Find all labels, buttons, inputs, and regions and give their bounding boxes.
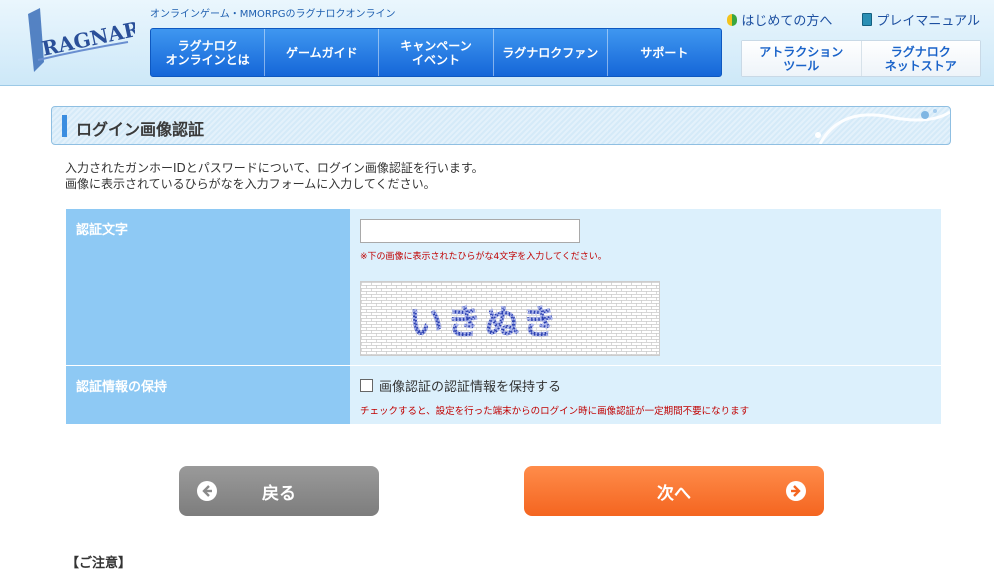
nav-net-store[interactable]: ラグナロク ネットストア <box>861 41 980 76</box>
auth-form-table: 認証文字 ※下の画像に表示されたひらがな4文字を入力してください。 いきぬき 認… <box>66 209 941 425</box>
description-line-2: 画像に表示されているひらがなを入力フォームに入力してください。 <box>65 177 436 191</box>
auth-code-row: 認証文字 ※下の画像に表示されたひらがな4文字を入力してください。 いきぬき <box>66 209 941 366</box>
auth-code-input[interactable] <box>360 219 580 243</box>
beginner-link-label: はじめての方へ <box>741 14 833 29</box>
site-tagline: オンラインゲーム・MMORPGのラグナロクオンライン <box>150 9 396 20</box>
next-button-label: 次へ <box>657 483 691 504</box>
back-button-label: 戻る <box>262 483 296 504</box>
top-links: はじめての方へ プレイマニュアル <box>727 10 980 29</box>
beginner-link[interactable]: はじめての方へ <box>727 10 832 29</box>
remember-cell: 画像認証の認証情報を保持する チェックすると、設定を行った端末からのログイン時に… <box>350 366 941 424</box>
svg-text:RAGNAROK: RAGNAROK <box>40 9 135 61</box>
page-description: 入力されたガンホーIDとパスワードについて、ログイン画像認証を行います。 画像に… <box>65 160 484 192</box>
nav-game-guide[interactable]: ゲームガイド <box>265 29 380 76</box>
auth-code-cell: ※下の画像に表示されたひらがな4文字を入力してください。 いきぬき <box>350 209 941 365</box>
title-accent <box>62 115 67 137</box>
back-button[interactable]: 戻る <box>179 466 379 516</box>
nav-about[interactable]: ラグナロク オンラインとは <box>151 29 266 76</box>
book-icon <box>862 13 873 26</box>
nav-ragnarok-fan[interactable]: ラグナロクファン <box>494 29 608 76</box>
remember-checkbox-label[interactable]: 画像認証の認証情報を保持する <box>379 376 561 395</box>
ragnarok-logo[interactable]: RAGNAROK <box>20 4 135 76</box>
page-title-bar: ログイン画像認証 <box>51 106 951 145</box>
remember-note: チェックすると、設定を行った端末からのログイン時に画像認証が一定期間不要になりま… <box>360 406 750 417</box>
site-header: RAGNAROK オンラインゲーム・MMORPGのラグナロクオンライン ラグナロ… <box>0 0 994 86</box>
caution-heading: 【ご注意】 <box>66 556 132 571</box>
remember-row: 認証情報の保持 画像認証の認証情報を保持する チェックすると、設定を行った端末か… <box>66 366 941 425</box>
arrow-left-icon <box>197 481 217 501</box>
auth-code-note: ※下の画像に表示されたひらがな4文字を入力してください。 <box>360 252 607 262</box>
remember-checkbox-line[interactable]: 画像認証の認証情報を保持する <box>360 376 931 395</box>
nav-support[interactable]: サポート <box>608 29 721 76</box>
nav-attraction-tools[interactable]: アトラクション ツール <box>742 41 862 76</box>
captcha-graphic: いきぬき <box>361 282 659 355</box>
play-manual-link[interactable]: プレイマニュアル <box>862 10 980 29</box>
sub-navigation: アトラクション ツール ラグナロク ネットストア <box>741 40 981 77</box>
next-button[interactable]: 次へ <box>524 466 824 516</box>
captcha-image: いきぬき <box>360 281 660 356</box>
play-manual-link-label: プレイマニュアル <box>876 14 980 29</box>
page-title: ログイン画像認証 <box>76 120 205 139</box>
beginner-leaf-icon <box>727 13 738 26</box>
auth-code-label: 認証文字 <box>66 209 350 365</box>
main-navigation: ラグナロク オンラインとは ゲームガイド キャンペーン イベント ラグナロクファ… <box>150 28 722 77</box>
nav-campaign-event[interactable]: キャンペーン イベント <box>379 29 494 76</box>
captcha-text: いきぬき <box>409 303 560 343</box>
description-line-1: 入力されたガンホーIDとパスワードについて、ログイン画像認証を行います。 <box>65 161 484 175</box>
remember-label: 認証情報の保持 <box>66 366 350 424</box>
remember-checkbox[interactable] <box>360 379 373 392</box>
wave-decoration-icon <box>815 109 950 144</box>
arrow-right-icon <box>786 481 806 501</box>
